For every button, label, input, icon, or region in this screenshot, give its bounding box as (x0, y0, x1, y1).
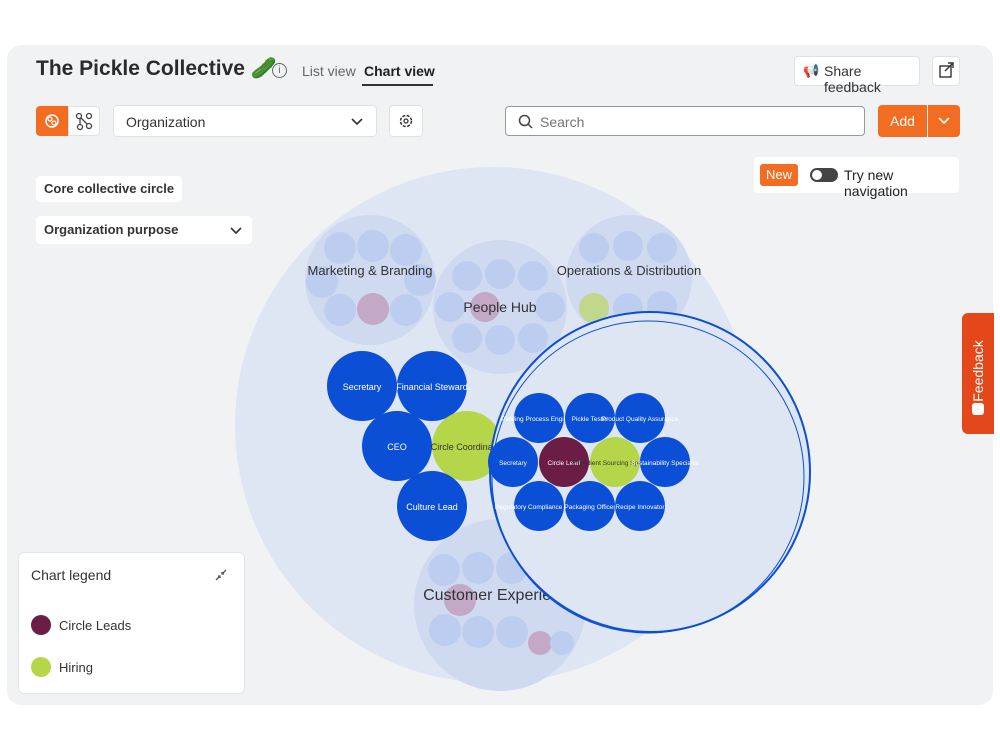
tab-list-view[interactable]: List view (302, 63, 356, 79)
core-circle-chip[interactable]: Core collective circle (36, 176, 183, 202)
add-button[interactable]: Add (878, 105, 927, 137)
megaphone-icon: 📢 (803, 63, 820, 78)
organization-dropdown[interactable]: Organization (113, 105, 377, 137)
feedback-icon (972, 403, 984, 415)
navigation-toggle[interactable] (810, 168, 838, 182)
legend-hiring-label: Hiring (59, 660, 93, 675)
gear-icon (399, 114, 413, 128)
legend-circle-leads-label: Circle Leads (59, 618, 132, 633)
network-view-button[interactable] (68, 106, 100, 136)
purpose-dropdown[interactable]: Organization purpose (36, 216, 252, 244)
search-field[interactable] (505, 106, 865, 136)
search-icon (518, 114, 533, 129)
navigation-toggle-bar: New Try new navigation (754, 157, 959, 199)
new-badge: New (760, 164, 798, 186)
info-icon[interactable]: i (272, 63, 287, 78)
open-external-button[interactable] (932, 56, 960, 86)
settings-button[interactable] (389, 105, 423, 137)
legend-circle-leads-swatch (31, 615, 51, 635)
chart-legend: Chart legend Circle Leads Hiring (18, 552, 245, 694)
chevron-down-icon (351, 118, 363, 126)
chevron-down-icon (938, 117, 950, 125)
tab-chart-view[interactable]: Chart view (364, 63, 435, 79)
feedback-side-tab[interactable]: Feedback (962, 313, 994, 434)
add-menu-button[interactable] (928, 105, 960, 137)
legend-hiring-swatch (31, 657, 51, 677)
network-icon (75, 112, 93, 131)
search-input[interactable] (538, 113, 842, 131)
active-tab-indicator (362, 84, 433, 86)
circle-chart-view-button[interactable] (36, 106, 68, 136)
collapse-icon[interactable] (213, 567, 229, 583)
share-feedback-button[interactable]: 📢 Share feedback (794, 56, 920, 95)
legend-title: Chart legend (31, 567, 112, 583)
toggle-label: Try new navigation (844, 167, 908, 199)
external-link-icon (939, 62, 954, 78)
circles-icon (45, 114, 59, 128)
page-title: The Pickle Collective 🥒 (36, 57, 277, 80)
chevron-down-icon (230, 227, 242, 235)
